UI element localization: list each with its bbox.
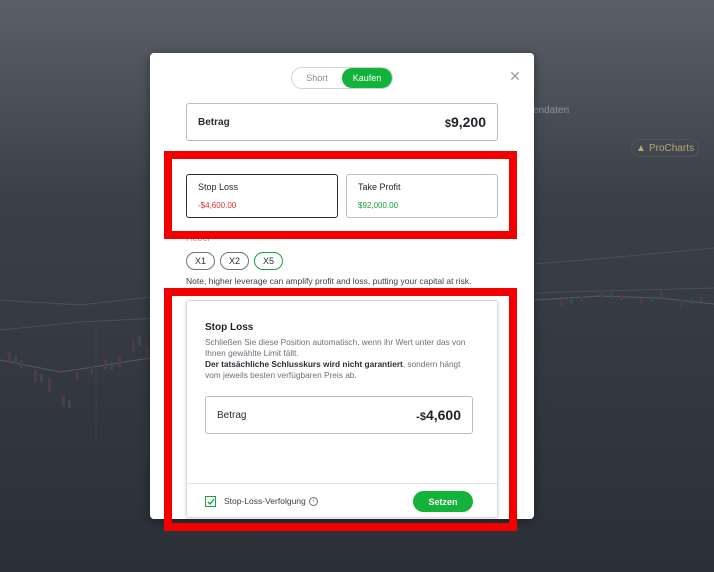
trailing-stop-label: Stop-Loss-Verfolgung: [224, 496, 306, 506]
stop-loss-tile[interactable]: Stop Loss -$4,600.00: [186, 174, 338, 218]
amount-label: Betrag: [198, 116, 230, 128]
prochart-icon: ▲: [636, 142, 646, 154]
stop-loss-amount-field[interactable]: Betrag -$4,600: [205, 396, 473, 434]
stop-loss-tile-title: Stop Loss: [198, 182, 239, 192]
stop-loss-tile-value: -$4,600.00: [198, 201, 237, 210]
prochart-button[interactable]: ▲ ProCharts: [631, 139, 699, 157]
leverage-label: Hebel: [186, 233, 210, 243]
stop-loss-panel-title: Stop Loss: [205, 322, 254, 333]
take-profit-tile[interactable]: Take Profit $92,000.00: [346, 174, 498, 218]
leverage-x1-button[interactable]: X1: [186, 252, 215, 270]
info-icon[interactable]: i: [308, 496, 318, 506]
toggle-buy[interactable]: Kaufen: [342, 68, 392, 88]
stop-loss-description-bold: Der tatsächliche Schlusskurs wird nicht …: [205, 359, 403, 369]
leverage-note: Note, higher leverage can amplify profit…: [186, 276, 472, 286]
background-text-fragment: endaten: [533, 105, 570, 116]
leverage-x2-button[interactable]: X2: [220, 252, 249, 270]
close-icon[interactable]: ✕: [508, 69, 522, 83]
take-profit-tile-value: $92,000.00: [358, 201, 399, 210]
trailing-stop-label-wrap: Stop-Loss-Verfolgung i: [224, 496, 318, 506]
stop-loss-panel-footer: Stop-Loss-Verfolgung i Setzen: [187, 483, 497, 519]
stop-loss-description-1: Schließen Sie diese Position automatisch…: [205, 337, 466, 358]
stop-loss-amount-value: 4,600: [425, 407, 461, 423]
stop-loss-amount-prefix: -$: [416, 411, 426, 423]
leverage-x5-button[interactable]: X5: [254, 252, 283, 270]
toggle-short[interactable]: Short: [292, 68, 342, 88]
amount-field[interactable]: Betrag $9,200: [186, 103, 498, 141]
stop-loss-amount-wrap: -$4,600: [416, 407, 461, 423]
prochart-label: ProCharts: [648, 142, 694, 154]
amount-value-wrap: $9,200: [445, 114, 486, 130]
set-button[interactable]: Setzen: [413, 491, 473, 512]
direction-toggle[interactable]: Short Kaufen: [291, 67, 393, 89]
checkmark-icon: [207, 498, 215, 506]
stop-loss-panel: Stop Loss Schließen Sie diese Position a…: [186, 300, 498, 518]
amount-value: 9,200: [450, 114, 486, 130]
trailing-stop-checkbox[interactable]: [205, 496, 216, 507]
stop-loss-amount-label: Betrag: [217, 409, 247, 421]
take-profit-tile-title: Take Profit: [358, 182, 401, 192]
trade-modal: ✕ Short Kaufen Betrag $9,200 Stop Loss -…: [150, 53, 534, 519]
stop-loss-description: Schließen Sie diese Position automatisch…: [205, 337, 477, 381]
